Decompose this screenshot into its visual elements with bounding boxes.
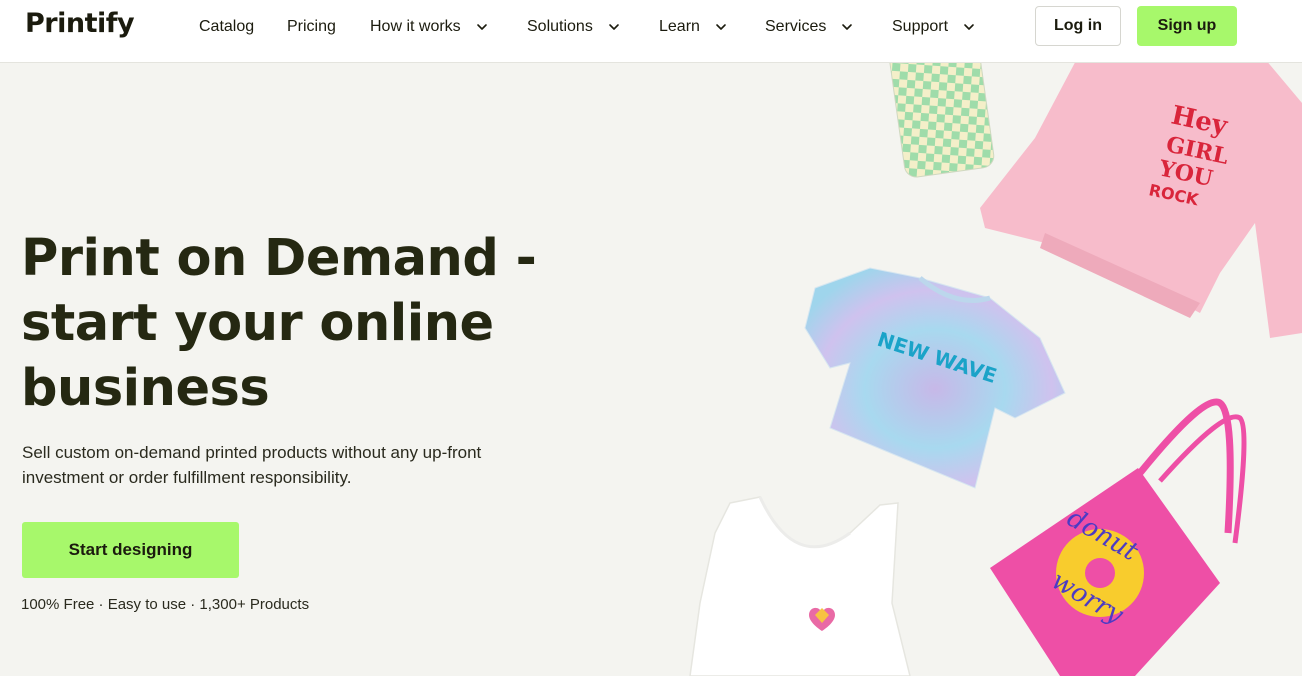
nav-learn-label: Learn (659, 18, 700, 35)
product-illustrations: Hey GIRL YOU ROCK NEW WAVE donut worry (689, 63, 1302, 676)
hero-subtitle: Sell custom on-demand printed products w… (22, 440, 562, 490)
nav-services[interactable]: Services (765, 16, 854, 38)
login-button[interactable]: Log in (1035, 6, 1121, 46)
chevron-down-icon (840, 20, 854, 34)
nav-catalog[interactable]: Catalog (199, 16, 254, 38)
hero-title-line: Print on Demand - (21, 229, 537, 288)
hero-subtitle-line: Sell custom on-demand printed products w… (22, 443, 482, 462)
nav-learn[interactable]: Learn (659, 16, 728, 38)
nav-catalog-label: Catalog (199, 18, 255, 35)
hero-title-line: start your online (21, 294, 494, 353)
nav-solutions[interactable]: Solutions (527, 16, 621, 38)
nav-solutions-label: Solutions (527, 18, 593, 35)
hero-features: 100% Free · Easy to use · 1,300+ Product… (21, 596, 310, 613)
tshirt-image: NEW WAVE (804, 267, 1066, 489)
hero-title: Print on Demand - start your online busi… (21, 226, 581, 421)
hero-subtitle-line: investment or order fulfillment responsi… (22, 468, 352, 487)
product-showcase: Hey GIRL YOU ROCK NEW WAVE donut worry (660, 63, 1302, 676)
sweatshirt-image: Hey GIRL YOU ROCK (980, 63, 1302, 338)
tote-bag-image: donut worry (990, 398, 1247, 676)
signup-button[interactable]: Sign up (1137, 6, 1237, 46)
start-designing-button[interactable]: Start designing (22, 522, 239, 578)
chevron-down-icon (607, 20, 621, 34)
nav-how-it-works[interactable]: How it works (370, 16, 489, 38)
chevron-down-icon (714, 20, 728, 34)
tank-top-image (689, 496, 911, 676)
nav-services-label: Services (765, 18, 827, 35)
site-header: Printify Catalog Pricing How it works So… (0, 0, 1302, 63)
chevron-down-icon (962, 20, 976, 34)
nav-support-label: Support (892, 18, 949, 35)
nav-pricing[interactable]: Pricing (287, 16, 336, 38)
nav-pricing-label: Pricing (287, 18, 336, 35)
phone-case-image (887, 63, 995, 178)
nav-support[interactable]: Support (892, 16, 976, 38)
chevron-down-icon (475, 20, 489, 34)
hero-title-line: business (21, 359, 270, 418)
nav-how-it-works-label: How it works (370, 18, 461, 35)
